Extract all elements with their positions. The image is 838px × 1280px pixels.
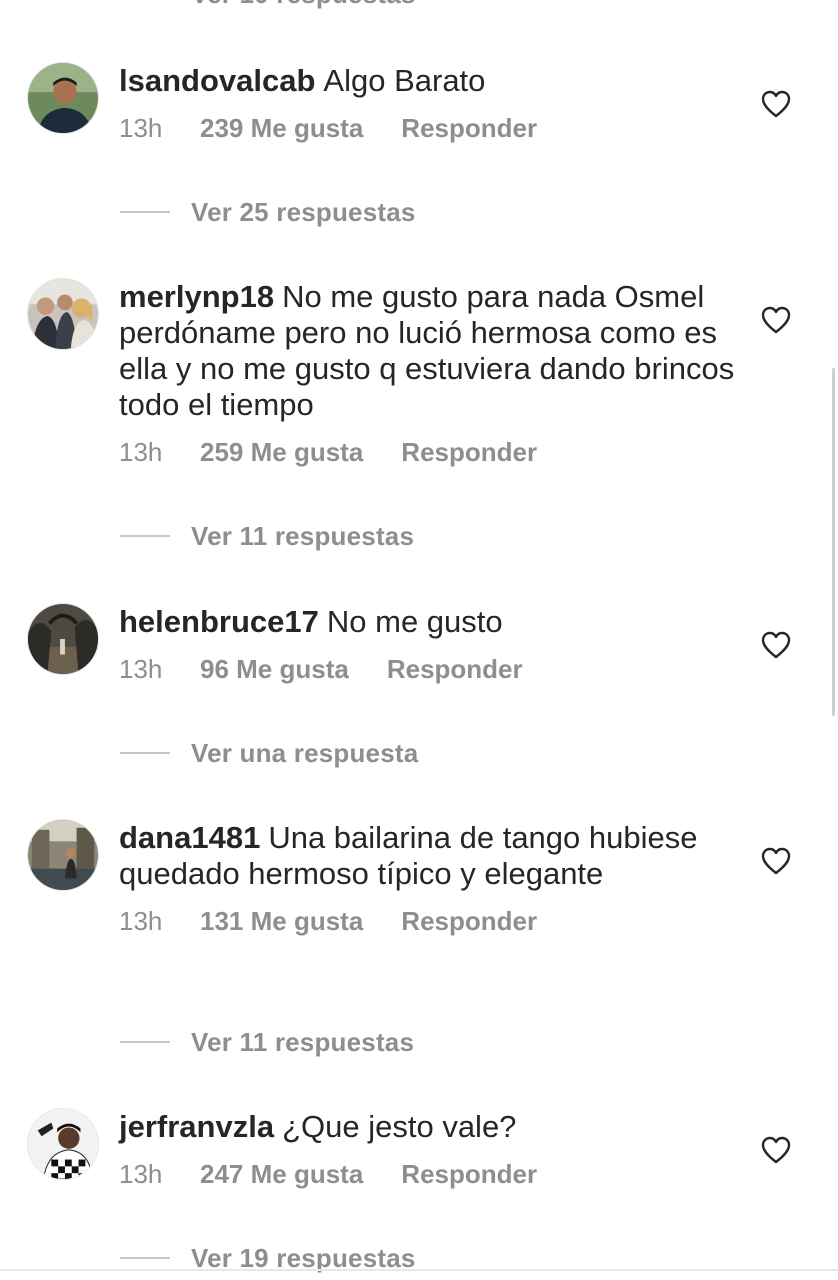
- view-replies-link[interactable]: Ver 10 respuestas: [120, 0, 416, 14]
- heart-outline-icon[interactable]: [761, 1136, 791, 1164]
- comment-username[interactable]: jerfranvzla: [119, 1109, 274, 1144]
- divider-line: [120, 752, 170, 754]
- view-replies-link[interactable]: Ver una respuesta: [120, 733, 418, 773]
- view-replies-label: Ver 11 respuestas: [191, 520, 415, 551]
- divider-line: [120, 1257, 170, 1259]
- view-replies-label: Ver una respuesta: [191, 737, 419, 768]
- comment-time: 13h: [119, 653, 163, 684]
- avatar[interactable]: [27, 603, 99, 675]
- divider-line: [120, 535, 170, 537]
- reply-button[interactable]: Responder: [387, 654, 523, 685]
- reply-button[interactable]: Responder: [401, 113, 537, 144]
- comment-likes[interactable]: 259 Me gusta: [200, 437, 363, 468]
- divider-line: [120, 211, 170, 213]
- view-replies-label: Ver 25 respuestas: [191, 196, 416, 227]
- divider-line: [120, 1041, 170, 1043]
- comment-likes[interactable]: 247 Me gusta: [200, 1159, 363, 1190]
- avatar[interactable]: [27, 1108, 99, 1180]
- view-replies-link[interactable]: Ver 11 respuestas: [120, 516, 414, 556]
- view-replies-link[interactable]: Ver 11 respuestas: [120, 1022, 414, 1062]
- avatar[interactable]: [27, 819, 99, 891]
- view-replies-label: Ver 11 respuestas: [191, 1026, 415, 1057]
- comments-screen: Ver 10 respuestas lsandovalcabAlgo Barat…: [0, 0, 838, 1280]
- avatar[interactable]: [27, 62, 99, 134]
- scrollbar[interactable]: [832, 368, 835, 716]
- reply-button[interactable]: Responder: [401, 1159, 537, 1190]
- comment-username[interactable]: dana1481: [119, 820, 260, 855]
- comment-time: 13h: [119, 112, 163, 143]
- avatar[interactable]: [27, 278, 99, 350]
- comment-likes[interactable]: 239 Me gusta: [200, 113, 363, 144]
- comment-time: 13h: [119, 436, 163, 467]
- reply-button[interactable]: Responder: [401, 437, 537, 468]
- comment-text: ¿Que jesto vale?: [282, 1109, 517, 1144]
- comment-username[interactable]: helenbruce17: [119, 604, 319, 639]
- comment-likes[interactable]: 131 Me gusta: [200, 906, 363, 937]
- comment-likes[interactable]: 96 Me gusta: [200, 654, 349, 685]
- view-replies-link[interactable]: Ver 25 respuestas: [120, 192, 416, 232]
- heart-outline-icon[interactable]: [761, 847, 791, 875]
- reply-button[interactable]: Responder: [401, 906, 537, 937]
- heart-outline-icon[interactable]: [761, 90, 791, 118]
- view-replies-link[interactable]: Ver 19 respuestas: [120, 1238, 416, 1278]
- comment-text: No me gusto: [326, 604, 503, 639]
- heart-outline-icon[interactable]: [761, 306, 791, 334]
- comment-username[interactable]: merlynp18: [119, 279, 274, 314]
- bottom-divider: [0, 1269, 838, 1271]
- heart-outline-icon[interactable]: [761, 631, 791, 659]
- comment-username[interactable]: lsandovalcab: [119, 63, 315, 98]
- comment-text: Algo Barato: [323, 63, 486, 98]
- comment-time: 13h: [119, 905, 163, 936]
- view-replies-label: Ver 10 respuestas: [191, 0, 416, 10]
- comment-time: 13h: [119, 1158, 163, 1189]
